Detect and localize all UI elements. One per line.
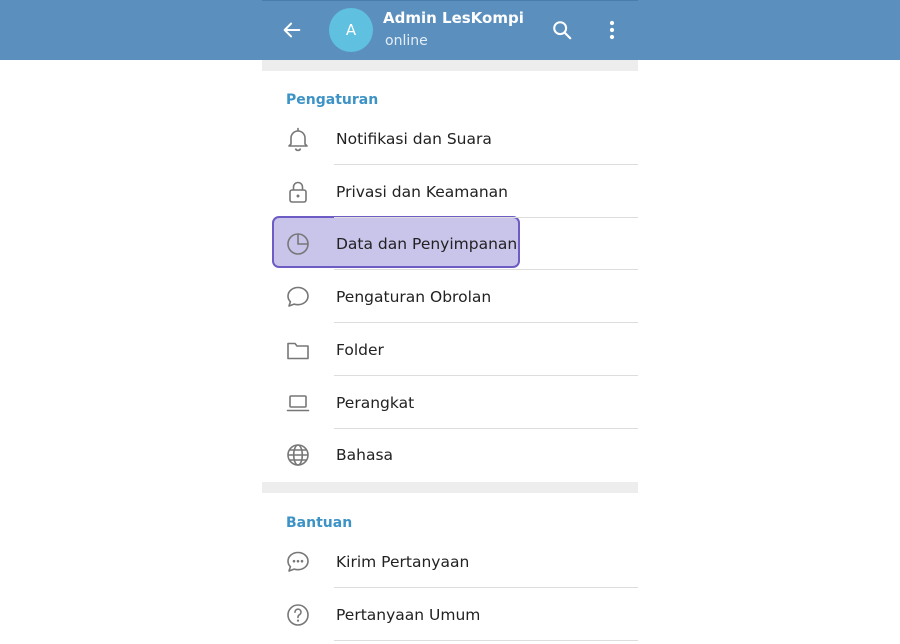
settings-item-devices[interactable]: Perangkat xyxy=(262,377,638,429)
chat-dots-icon xyxy=(284,548,312,576)
row-divider xyxy=(334,269,638,270)
pie-chart-icon xyxy=(284,230,312,258)
section-separator xyxy=(262,60,638,71)
more-vertical-icon xyxy=(609,20,615,40)
settings-item-label: Folder xyxy=(336,341,384,359)
settings-screen: A Admin LesKompi online Pengaturan Notif… xyxy=(262,0,638,644)
settings-item-label: Perangkat xyxy=(336,394,415,412)
lock-icon xyxy=(284,178,312,206)
settings-item-notifications[interactable]: Notifikasi dan Suara xyxy=(262,113,638,165)
help-item-faq[interactable]: Pertanyaan Umum xyxy=(262,589,638,641)
back-button[interactable] xyxy=(276,14,308,46)
profile-name: Admin LesKompi xyxy=(383,9,524,27)
bell-icon xyxy=(284,125,312,153)
settings-item-label: Privasi dan Keamanan xyxy=(336,183,508,201)
question-circle-icon xyxy=(284,601,312,629)
settings-item-privacy[interactable]: Privasi dan Keamanan xyxy=(262,166,638,218)
settings-item-label: Data dan Penyimpanan xyxy=(336,235,518,253)
search-icon xyxy=(553,21,572,40)
settings-item-folder[interactable]: Folder xyxy=(262,324,638,376)
settings-item-label: Pengaturan Obrolan xyxy=(336,288,492,306)
row-divider xyxy=(334,587,638,588)
search-button[interactable] xyxy=(548,16,576,44)
chat-bubble-icon xyxy=(284,283,312,311)
section-title-settings: Pengaturan xyxy=(286,92,379,108)
folder-icon xyxy=(284,336,312,364)
arrow-left-icon xyxy=(283,22,301,38)
row-divider xyxy=(334,640,638,641)
globe-icon xyxy=(284,441,312,469)
row-divider xyxy=(334,375,638,376)
help-item-label: Kirim Pertanyaan xyxy=(336,553,470,571)
laptop-icon xyxy=(284,389,312,417)
more-options-button[interactable] xyxy=(600,16,624,44)
settings-item-label: Bahasa xyxy=(336,446,394,464)
settings-item-data-storage[interactable]: Data dan Penyimpanan xyxy=(262,218,638,270)
top-divider xyxy=(262,0,638,1)
row-divider xyxy=(334,164,638,165)
top-app-bar: A Admin LesKompi online xyxy=(262,0,638,60)
settings-item-chat-settings[interactable]: Pengaturan Obrolan xyxy=(262,271,638,323)
profile-status: online xyxy=(385,33,428,49)
help-item-label: Pertanyaan Umum xyxy=(336,606,481,624)
avatar[interactable]: A xyxy=(329,8,373,52)
row-divider xyxy=(334,322,638,323)
settings-item-language[interactable]: Bahasa xyxy=(262,429,638,481)
section-separator xyxy=(262,482,638,493)
section-title-help: Bantuan xyxy=(286,515,353,531)
settings-item-label: Notifikasi dan Suara xyxy=(336,130,492,148)
help-item-ask-question[interactable]: Kirim Pertanyaan xyxy=(262,536,638,588)
